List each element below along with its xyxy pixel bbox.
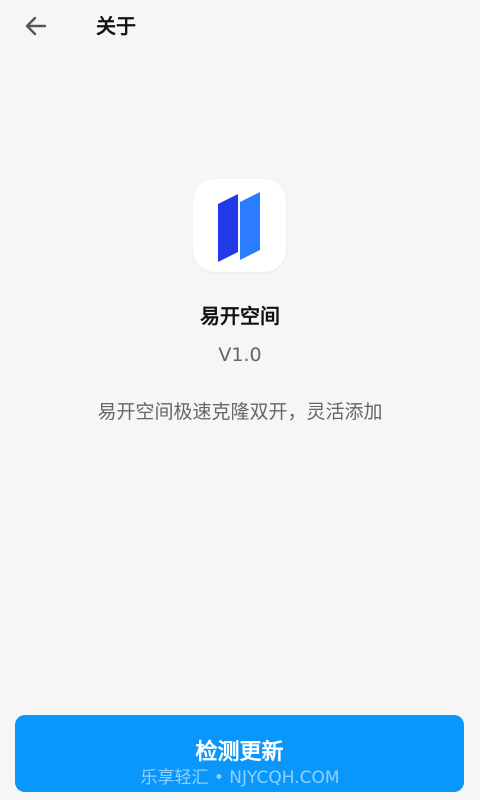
app-description: 易开空间极速克隆双开，灵活添加: [97, 401, 383, 423]
check-update-label: 检测更新: [195, 739, 284, 764]
page-title: 关于: [96, 14, 136, 38]
app-logo-icon: [217, 191, 260, 262]
about-screen: 关于 易开空间 V1.0 易开空间极速克隆双开，灵活添加 检测更新 乐享轻汇 •…: [0, 0, 480, 800]
arrow-left-icon: [25, 16, 47, 36]
app-name: 易开空间: [200, 304, 280, 328]
check-update-button[interactable]: 检测更新: [15, 715, 464, 792]
app-icon: [193, 179, 286, 272]
top-bar: 关于: [0, 0, 480, 52]
back-button[interactable]: [14, 8, 58, 44]
app-version: V1.0: [218, 344, 262, 366]
